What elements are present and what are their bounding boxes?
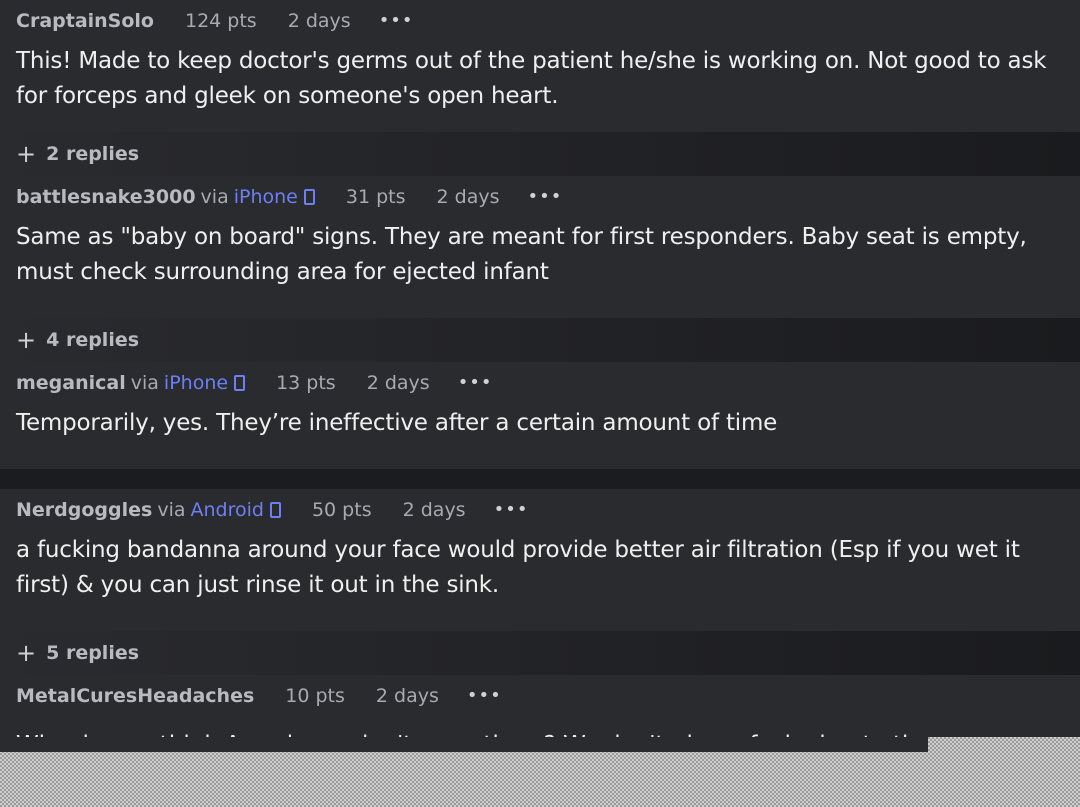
points: 10 pts: [285, 685, 345, 707]
replies-count: 4 replies: [46, 329, 140, 351]
comment-meta: MetalCuresHeadaches 10 pts 2 days •••: [16, 683, 1064, 709]
comment-body: Same as "baby on board" signs. They are …: [16, 224, 1027, 285]
timestamp: 2 days: [436, 186, 500, 208]
comment-meta: CraptainSolo 124 pts 2 days •••: [16, 8, 1064, 34]
comment: meganical via iPhone 13 pts 2 days ••• T…: [0, 362, 1080, 469]
timestamp: 2 days: [402, 499, 466, 521]
more-options-icon[interactable]: •••: [379, 12, 414, 30]
via-label: via: [157, 499, 186, 521]
comment-meta: meganical via iPhone 13 pts 2 days •••: [16, 370, 1064, 396]
device-link[interactable]: iPhone: [164, 372, 228, 394]
comment: battlesnake3000 via iPhone 31 pts 2 days…: [0, 176, 1080, 318]
points: 31 pts: [345, 186, 406, 208]
phone-icon: [269, 502, 281, 518]
more-options-icon[interactable]: •••: [458, 374, 493, 392]
phone-icon: [303, 189, 315, 205]
expand-replies-button[interactable]: + 4 replies: [0, 318, 1080, 362]
replies-count: 2 replies: [46, 143, 140, 165]
points: 13 pts: [276, 372, 336, 394]
more-options-icon[interactable]: •••: [527, 188, 562, 206]
username[interactable]: CraptainSolo: [16, 10, 154, 32]
comment-body: This! Made to keep doctor's germs out of…: [16, 48, 1047, 109]
expand-replies-button[interactable]: + 2 replies: [0, 132, 1080, 176]
replies-count: 5 replies: [46, 642, 140, 664]
plus-icon: +: [16, 639, 37, 667]
plus-icon: +: [16, 326, 37, 354]
comment-thread: CraptainSolo 124 pts 2 days ••• This! Ma…: [0, 0, 1080, 765]
phone-icon: [234, 375, 246, 391]
points: 50 pts: [311, 499, 372, 521]
comment-body: a fucking bandanna around your face woul…: [16, 537, 1020, 598]
username[interactable]: Nerdgoggles: [16, 499, 152, 521]
plus-icon: +: [16, 140, 37, 168]
comment: CraptainSolo 124 pts 2 days ••• This! Ma…: [0, 0, 1080, 132]
expand-replies-button[interactable]: + 5 replies: [0, 631, 1080, 675]
username[interactable]: battlesnake3000: [16, 186, 196, 208]
timestamp: 2 days: [366, 372, 430, 394]
comment: Nerdgoggles via Android 50 pts 2 days ••…: [0, 489, 1080, 631]
points: 124 pts: [184, 10, 257, 32]
comment-body-strip: [0, 737, 928, 752]
via-label: via: [130, 372, 159, 394]
username[interactable]: meganical: [16, 372, 126, 394]
device-link[interactable]: iPhone: [234, 186, 298, 208]
comment-body: Temporarily, yes. They’re ineffective af…: [16, 410, 778, 436]
comment-meta: Nerdgoggles via Android 50 pts 2 days ••…: [16, 497, 1064, 523]
comment-separator: [0, 469, 1080, 489]
timestamp: 2 days: [375, 685, 439, 707]
more-options-icon[interactable]: •••: [494, 501, 529, 519]
timestamp: 2 days: [287, 10, 351, 32]
comment-meta: battlesnake3000 via iPhone 31 pts 2 days…: [16, 184, 1064, 210]
username[interactable]: MetalCuresHeadaches: [16, 685, 254, 707]
more-options-icon[interactable]: •••: [467, 687, 502, 705]
device-link[interactable]: Android: [191, 499, 264, 521]
via-label: via: [200, 186, 229, 208]
